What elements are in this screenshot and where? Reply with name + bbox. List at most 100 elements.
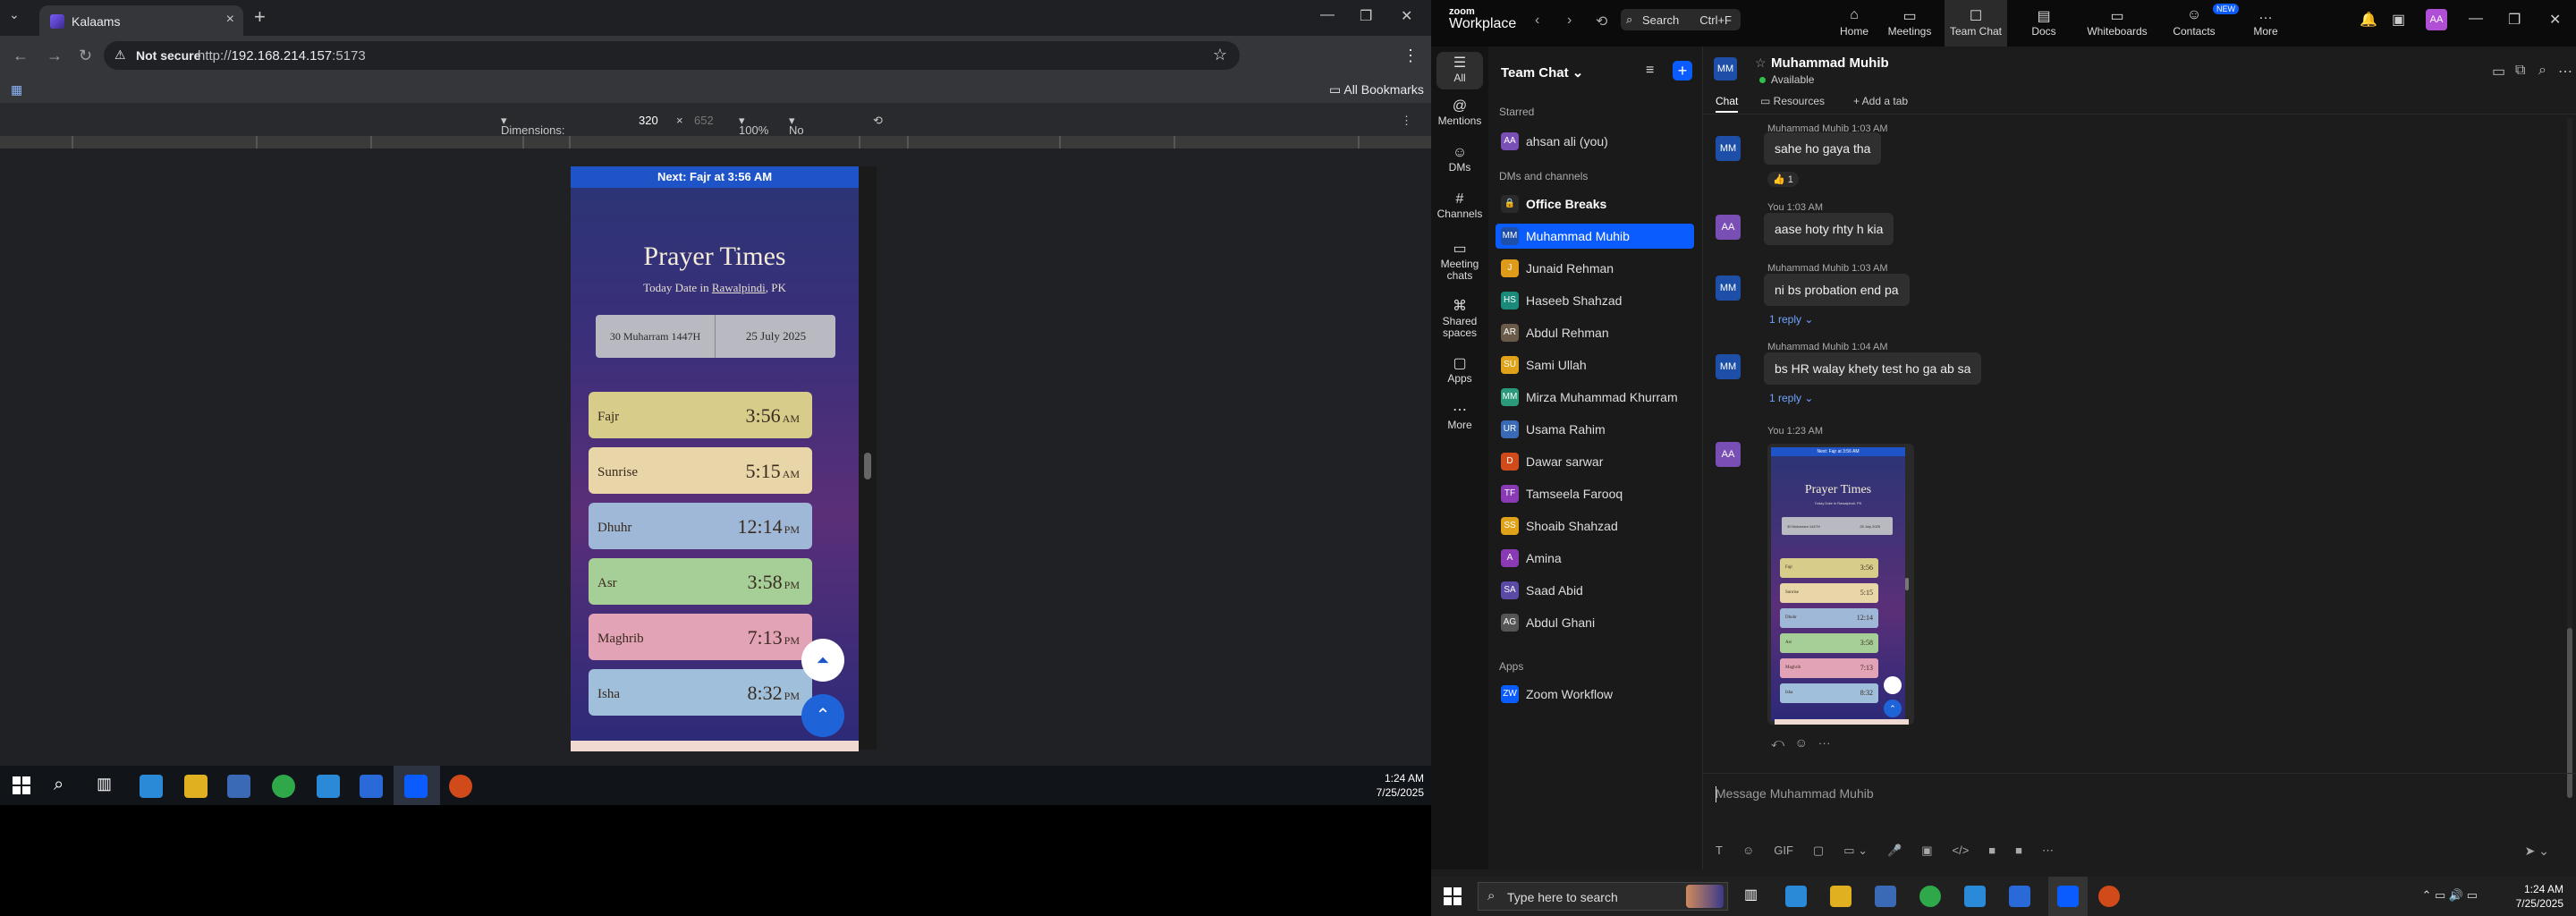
history-icon[interactable]: ⟲	[1596, 13, 1607, 30]
close-tab-icon[interactable]: ×	[226, 12, 234, 28]
avatar[interactable]: AA	[1716, 442, 1741, 467]
more-icon[interactable]: ⋯	[1818, 735, 1831, 750]
add-reaction-icon[interactable]: ☺	[1795, 735, 1808, 750]
list-item[interactable]: AR Abdul Rehman	[1496, 320, 1694, 345]
app-icon[interactable]	[1964, 886, 1986, 907]
minimize-icon[interactable]: —	[1320, 7, 1335, 23]
close-window-icon[interactable]: ✕	[1401, 7, 1412, 25]
bell-icon[interactable]: 🔔	[2360, 11, 2377, 29]
location-link[interactable]: Rawalpindi	[712, 281, 766, 294]
more-options-icon[interactable]: ⋯	[2558, 63, 2572, 81]
new-tab-icon[interactable]: +	[254, 5, 266, 29]
tab-resources[interactable]: ▭ Resources	[1760, 95, 1825, 107]
rail-meeting-chats[interactable]: ▭ Meeting chats	[1431, 242, 1488, 282]
thread-reply-link[interactable]: 1 reply ⌄	[1769, 392, 1813, 404]
tab-more[interactable]: … More	[2234, 0, 2297, 47]
device-toolbar-menu-icon[interactable]: ⋮	[1401, 114, 1412, 128]
list-item[interactable]: SS Shoaib Shahzad	[1496, 513, 1694, 539]
list-item[interactable]: J Junaid Rehman	[1496, 256, 1694, 281]
all-bookmarks-link[interactable]: ▭ All Bookmarks	[1329, 82, 1424, 98]
chrome-menu-icon[interactable]: ⋮	[1402, 47, 1419, 65]
scroll-top-button[interactable]: ⌃	[801, 694, 844, 737]
composer-tool-icon[interactable]: ■	[1988, 844, 1996, 857]
section-dms-channels[interactable]: DMs and channels	[1499, 170, 1588, 182]
up-arrow-button[interactable]: ⏶	[801, 639, 844, 682]
task-view-icon[interactable]: ▥	[1744, 886, 1766, 907]
star-icon[interactable]: ☆	[1755, 55, 1767, 71]
tab-docs[interactable]: ▤ Docs	[2012, 0, 2075, 47]
system-tray-icons[interactable]: ⌃ ▭ 🔊 ▭	[2422, 888, 2478, 903]
list-item[interactable]: MM Muhammad Muhib	[1496, 224, 1694, 249]
store-icon[interactable]	[1875, 886, 1896, 907]
zoom-dropdown[interactable]: 100% ▾	[739, 114, 768, 137]
message-bubble[interactable]: aase hoty rhty h kia	[1764, 213, 1894, 245]
composer-tool-icon[interactable]: ▢	[1813, 844, 1824, 857]
vscode-icon[interactable]	[360, 775, 383, 798]
width-input[interactable]: 320	[639, 114, 658, 127]
chrome-icon[interactable]	[272, 775, 295, 798]
composer-tool-icon[interactable]: ■	[2015, 844, 2022, 857]
list-item[interactable]: SA Saad Abid	[1496, 578, 1694, 603]
composer-tool-icon[interactable]: </>	[1952, 844, 1969, 857]
list-item[interactable]: SU Sami Ullah	[1496, 352, 1694, 377]
apps-icon[interactable]: ▣	[2392, 11, 2405, 29]
rail-dms[interactable]: ☺ DMs	[1431, 146, 1488, 174]
send-icon[interactable]: ➤ ⌄	[2525, 844, 2549, 859]
tab-chat[interactable]: Chat	[1716, 95, 1739, 113]
minimize-icon[interactable]: —	[2469, 11, 2483, 27]
user-avatar[interactable]: AA	[2426, 9, 2447, 30]
image-attachment[interactable]: Next: Fajr at 3:56 AM Prayer Times Today…	[1767, 444, 1914, 725]
composer-tool-icon[interactable]: T	[1716, 844, 1723, 857]
composer-tool-icon[interactable]: GIF	[1774, 844, 1793, 857]
close-icon[interactable]: ✕	[2549, 11, 2561, 29]
message-bubble[interactable]: ni bs probation end pa	[1764, 274, 1910, 306]
file-explorer-icon[interactable]	[1830, 886, 1852, 907]
avatar[interactable]: MM	[1716, 276, 1741, 301]
chat-scrollbar[interactable]	[2567, 118, 2572, 798]
bookmark-star-icon[interactable]: ☆	[1213, 46, 1227, 64]
composer-tool-icon[interactable]: ▣	[1921, 844, 1932, 857]
viewport-resize-handle[interactable]	[859, 166, 877, 750]
avatar[interactable]: MM	[1714, 57, 1737, 81]
reload-icon[interactable]: ↻	[79, 47, 92, 65]
screen-share-icon[interactable]: ⧉	[2515, 63, 2525, 79]
filter-icon[interactable]: ≡	[1646, 63, 1654, 79]
edge-icon[interactable]	[1785, 886, 1807, 907]
section-apps[interactable]: Apps	[1499, 660, 1523, 673]
avatar[interactable]: MM	[1716, 136, 1741, 161]
tab-search-dropdown-icon[interactable]: ⌄	[9, 7, 20, 22]
list-item[interactable]: HS Haseeb Shahzad	[1496, 288, 1694, 313]
file-explorer-icon[interactable]	[184, 775, 208, 798]
chrome-profile-icon[interactable]	[449, 775, 472, 798]
message-bubble[interactable]: bs HR walay khety test ho ga ab sa	[1764, 352, 1982, 385]
rail-channels[interactable]: # Channels	[1431, 192, 1488, 220]
left-clock[interactable]: 1:24 AM 7/25/2025	[1377, 771, 1424, 800]
task-view-icon[interactable]: ▥	[97, 775, 120, 798]
section-starred[interactable]: Starred	[1499, 106, 1534, 118]
tab-whiteboards[interactable]: ▭ Whiteboards	[2086, 0, 2148, 47]
composer-tool-icon[interactable]: ⋯	[2042, 844, 2054, 857]
rail-all[interactable]: ☰ All	[1436, 52, 1483, 89]
list-item[interactable]: MM Mirza Muhammad Khurram	[1496, 385, 1694, 410]
back-icon[interactable]: ←	[13, 47, 29, 65]
list-item[interactable]: 🔒 Office Breaks	[1496, 191, 1694, 216]
address-bar[interactable]: ⚠ Not secure http://192.168.214.157:5173…	[104, 41, 1240, 70]
throttling-dropdown[interactable]: No throttling ▾	[789, 114, 834, 150]
maximize-icon[interactable]: ❐	[2508, 11, 2521, 29]
edge-icon[interactable]	[140, 775, 163, 798]
composer-tool-icon[interactable]: ▭ ⌄	[1843, 844, 1868, 857]
list-item[interactable]: ZW Zoom Workflow	[1496, 682, 1694, 707]
chat-title[interactable]: Muhammad Muhib	[1771, 55, 1889, 71]
add-tab-button[interactable]: + Add a tab	[1853, 95, 1908, 107]
avatar[interactable]: MM	[1716, 354, 1741, 379]
new-chat-button[interactable]: +	[1673, 61, 1692, 81]
list-item[interactable]: UR Usama Rahim	[1496, 417, 1694, 442]
not-secure-icon[interactable]: ⚠	[114, 47, 126, 63]
search-icon[interactable]: ⌕	[2538, 63, 2546, 79]
zoom-icon[interactable]	[2057, 886, 2079, 907]
zoom-icon[interactable]	[404, 775, 428, 798]
list-item[interactable]: A Amina	[1496, 546, 1694, 571]
windows-start-icon[interactable]	[13, 776, 30, 794]
rail-mentions[interactable]: @ Mentions	[1431, 99, 1488, 127]
right-clock[interactable]: 1:24 AM 7/25/2025	[2516, 882, 2563, 911]
